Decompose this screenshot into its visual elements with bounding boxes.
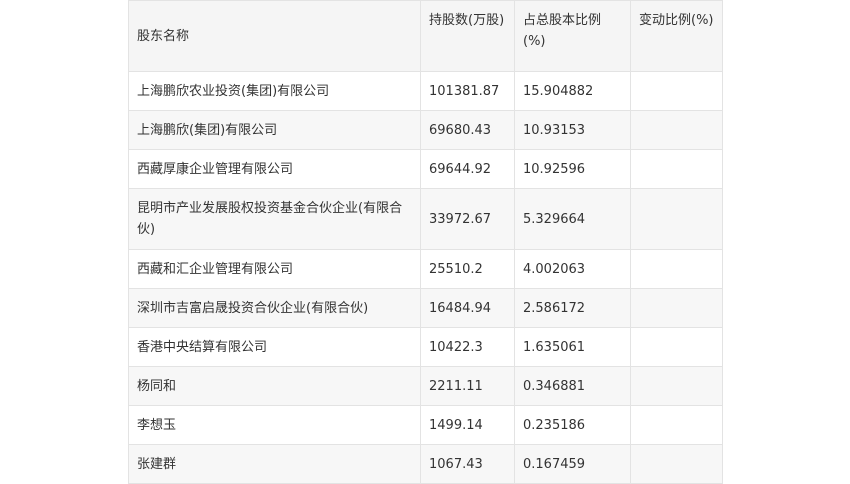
cell-change-ratio (630, 327, 723, 367)
table-row: 西藏和汇企业管理有限公司 25510.2 4.002063 (128, 249, 723, 289)
cell-shares-held: 25510.2 (420, 249, 515, 289)
cell-shareholder-name: 香港中央结算有限公司 (128, 327, 421, 367)
cell-change-ratio (630, 149, 723, 189)
cell-change-ratio (630, 110, 723, 150)
cell-shareholder-name: 西藏和汇企业管理有限公司 (128, 249, 421, 289)
cell-share-ratio: 4.002063 (514, 249, 631, 289)
cell-change-ratio (630, 366, 723, 406)
cell-shareholder-name: 杨同和 (128, 366, 421, 406)
cell-shareholder-name: 上海鹏欣农业投资(集团)有限公司 (128, 71, 421, 111)
cell-share-ratio: 5.329664 (514, 188, 631, 250)
table-row: 张建群 1067.43 0.167459 (128, 444, 723, 484)
cell-share-ratio: 0.235186 (514, 405, 631, 445)
header-change-ratio: 变动比例(%) (630, 0, 723, 72)
table-row: 西藏厚康企业管理有限公司 69644.92 10.92596 (128, 149, 723, 189)
shareholder-table-container: 股东名称 持股数(万股) 占总股本比例(%) 变动比例(%) 上海鹏欣农业投资(… (128, 0, 723, 484)
cell-share-ratio: 0.346881 (514, 366, 631, 406)
cell-shareholder-name: 深圳市吉富启晟投资合伙企业(有限合伙) (128, 288, 421, 328)
table-row: 杨同和 2211.11 0.346881 (128, 366, 723, 406)
cell-share-ratio: 1.635061 (514, 327, 631, 367)
table-row: 上海鹏欣农业投资(集团)有限公司 101381.87 15.904882 (128, 71, 723, 111)
cell-shareholder-name: 昆明市产业发展股权投资基金合伙企业(有限合伙) (128, 188, 421, 250)
cell-shareholder-name: 上海鹏欣(集团)有限公司 (128, 110, 421, 150)
cell-shares-held: 69644.92 (420, 149, 515, 189)
header-shareholder-name: 股东名称 (128, 0, 421, 72)
cell-change-ratio (630, 71, 723, 111)
header-share-ratio: 占总股本比例(%) (514, 0, 631, 72)
cell-change-ratio (630, 444, 723, 484)
cell-change-ratio (630, 405, 723, 445)
cell-shares-held: 1067.43 (420, 444, 515, 484)
cell-shares-held: 33972.67 (420, 188, 515, 250)
cell-share-ratio: 2.586172 (514, 288, 631, 328)
shareholder-table: 股东名称 持股数(万股) 占总股本比例(%) 变动比例(%) 上海鹏欣农业投资(… (128, 0, 723, 484)
cell-change-ratio (630, 188, 723, 250)
cell-share-ratio: 10.93153 (514, 110, 631, 150)
cell-change-ratio (630, 288, 723, 328)
cell-shareholder-name: 李想玉 (128, 405, 421, 445)
cell-change-ratio (630, 249, 723, 289)
cell-shares-held: 16484.94 (420, 288, 515, 328)
table-row: 香港中央结算有限公司 10422.3 1.635061 (128, 327, 723, 367)
cell-share-ratio: 15.904882 (514, 71, 631, 111)
table-row: 李想玉 1499.14 0.235186 (128, 405, 723, 445)
cell-shares-held: 69680.43 (420, 110, 515, 150)
table-row: 昆明市产业发展股权投资基金合伙企业(有限合伙) 33972.67 5.32966… (128, 188, 723, 250)
table-row: 深圳市吉富启晟投资合伙企业(有限合伙) 16484.94 2.586172 (128, 288, 723, 328)
table-header-row: 股东名称 持股数(万股) 占总股本比例(%) 变动比例(%) (128, 0, 723, 72)
cell-shareholder-name: 张建群 (128, 444, 421, 484)
cell-share-ratio: 10.92596 (514, 149, 631, 189)
cell-share-ratio: 0.167459 (514, 444, 631, 484)
header-shares-held: 持股数(万股) (420, 0, 515, 72)
table-row: 上海鹏欣(集团)有限公司 69680.43 10.93153 (128, 110, 723, 150)
cell-shareholder-name: 西藏厚康企业管理有限公司 (128, 149, 421, 189)
cell-shares-held: 101381.87 (420, 71, 515, 111)
cell-shares-held: 2211.11 (420, 366, 515, 406)
cell-shares-held: 10422.3 (420, 327, 515, 367)
cell-shares-held: 1499.14 (420, 405, 515, 445)
